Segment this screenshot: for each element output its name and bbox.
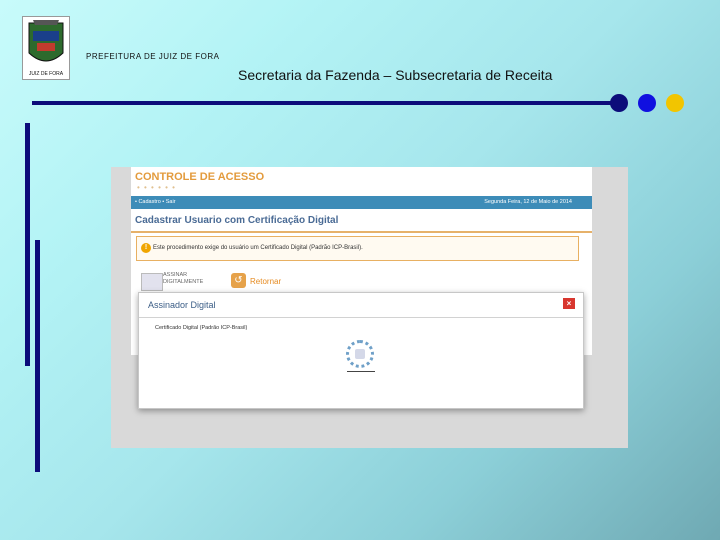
crest-text: JUIZ DE FORA	[29, 71, 64, 77]
return-button[interactable]: Retornar	[250, 277, 281, 286]
organization-name: PREFEITURA DE JUIZ DE FORA	[86, 52, 220, 61]
nav-bar: • Cadastro • Sair Segunda Feira, 12 de M…	[131, 196, 592, 209]
decor-dot-blue	[638, 94, 656, 112]
app-screenshot: CONTROLE DE ACESSO • • • • • • • Cadastr…	[111, 167, 628, 448]
dialog-header: Assinador Digital ×	[139, 293, 583, 318]
decor-dot-dark-blue	[610, 94, 628, 112]
page-subtitle: Secretaria da Fazenda – Subsecretaria de…	[238, 67, 553, 83]
nav-menu[interactable]: • Cadastro • Sair	[135, 199, 176, 205]
app-title: CONTROLE DE ACESSO	[135, 171, 265, 183]
decor-dot-yellow	[666, 94, 684, 112]
left-bar-top	[25, 123, 30, 366]
certificate-label: Certificado Digital (Padrão ICP-Brasil)	[155, 325, 248, 331]
crest-logo: JUIZ DE FORA	[22, 16, 70, 80]
page-heading: Cadastrar Usuario com Certificação Digit…	[135, 215, 339, 226]
notice-box: ! Este procedimento exige do usuário um …	[136, 236, 579, 261]
dialog-title: Assinador Digital	[148, 300, 216, 310]
digital-signer-dialog: Assinador Digital × Certificado Digital …	[138, 292, 584, 409]
nav-date: Segunda Feira, 12 de Maio de 2014	[484, 199, 572, 205]
left-bar-bottom	[35, 240, 40, 472]
warning-icon: !	[141, 243, 151, 253]
heading-underline	[131, 231, 592, 233]
app-title-ornament: • • • • • •	[137, 183, 176, 192]
loading-spinner-center	[355, 349, 365, 359]
loading-underline	[347, 371, 375, 372]
notice-text: Este procedimento exige do usuário um Ce…	[153, 245, 363, 251]
header-divider	[32, 101, 618, 105]
return-icon[interactable]: ↺	[231, 273, 246, 288]
close-icon[interactable]: ×	[563, 298, 575, 309]
sign-digitally-label[interactable]: ASSINAR DIGITALMENTE	[163, 272, 223, 286]
sign-digitally-button[interactable]	[141, 273, 163, 291]
